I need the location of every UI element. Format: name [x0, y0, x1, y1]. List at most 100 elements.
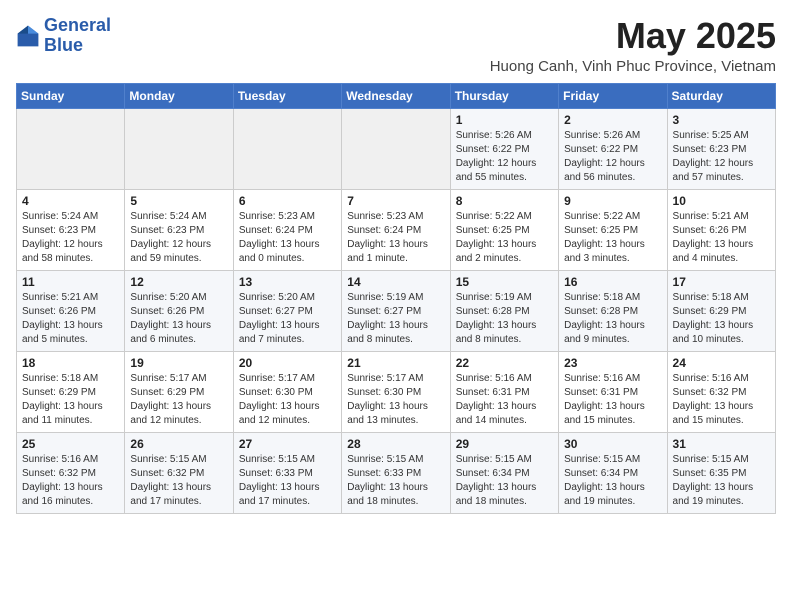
day-number: 20 — [239, 356, 336, 370]
calendar-cell: 8 Sunrise: 5:22 AM Sunset: 6:25 PM Daylig… — [450, 189, 558, 270]
day-info: Sunrise: 5:21 AM Sunset: 6:26 PM Dayligh… — [673, 210, 770, 266]
day-info: Sunrise: 5:24 AM Sunset: 6:23 PM Dayligh… — [130, 210, 227, 266]
day-number: 17 — [673, 275, 770, 289]
day-info: Sunrise: 5:26 AM Sunset: 6:22 PM Dayligh… — [456, 129, 553, 185]
day-info: Sunrise: 5:18 AM Sunset: 6:28 PM Dayligh… — [564, 291, 661, 347]
calendar-week-2: 4 Sunrise: 5:24 AM Sunset: 6:23 PM Daylig… — [17, 189, 776, 270]
calendar-cell — [17, 108, 125, 189]
calendar-cell: 1 Sunrise: 5:26 AM Sunset: 6:22 PM Daylig… — [450, 108, 558, 189]
logo-icon — [16, 24, 40, 48]
calendar-cell — [125, 108, 233, 189]
day-info: Sunrise: 5:17 AM Sunset: 6:29 PM Dayligh… — [130, 372, 227, 428]
day-info: Sunrise: 5:15 AM Sunset: 6:32 PM Dayligh… — [130, 453, 227, 509]
day-number: 1 — [456, 113, 553, 127]
day-header-sunday: Sunday — [17, 83, 125, 108]
calendar-cell — [342, 108, 450, 189]
day-number: 23 — [564, 356, 661, 370]
calendar-cell: 27Sunrise: 5:15 AM Sunset: 6:33 PM Dayli… — [233, 432, 341, 513]
day-number: 10 — [673, 194, 770, 208]
calendar-cell: 14 Sunrise: 5:19 AM Sunset: 6:27 PM Dayli… — [342, 270, 450, 351]
day-number: 4 — [22, 194, 119, 208]
calendar-cell: 10 Sunrise: 5:21 AM Sunset: 6:26 PM Dayli… — [667, 189, 775, 270]
calendar-cell: 3 Sunrise: 5:25 AM Sunset: 6:23 PM Daylig… — [667, 108, 775, 189]
day-number: 19 — [130, 356, 227, 370]
day-number: 7 — [347, 194, 444, 208]
day-info: Sunrise: 5:24 AM Sunset: 6:23 PM Dayligh… — [22, 210, 119, 266]
day-info: Sunrise: 5:21 AM Sunset: 6:26 PM Dayligh… — [22, 291, 119, 347]
calendar-cell: 2 Sunrise: 5:26 AM Sunset: 6:22 PM Daylig… — [559, 108, 667, 189]
day-info: Sunrise: 5:16 AM Sunset: 6:31 PM Dayligh… — [564, 372, 661, 428]
day-number: 14 — [347, 275, 444, 289]
day-number: 24 — [673, 356, 770, 370]
day-info: Sunrise: 5:23 AM Sunset: 6:24 PM Dayligh… — [347, 210, 444, 266]
day-number: 8 — [456, 194, 553, 208]
calendar-table: SundayMondayTuesdayWednesdayThursdayFrid… — [16, 83, 776, 514]
calendar-cell: 31 Sunrise: 5:15 AM Sunset: 6:35 PM Dayli… — [667, 432, 775, 513]
calendar-cell: 19 Sunrise: 5:17 AM Sunset: 6:29 PM Dayli… — [125, 351, 233, 432]
day-header-monday: Monday — [125, 83, 233, 108]
day-info: Sunrise: 5:16 AM Sunset: 6:32 PM Dayligh… — [22, 453, 119, 509]
day-header-thursday: Thursday — [450, 83, 558, 108]
calendar-cell: 21 Sunrise: 5:17 AM Sunset: 6:30 PM Dayli… — [342, 351, 450, 432]
day-info: Sunrise: 5:15 AM Sunset: 6:33 PM Dayligh… — [347, 453, 444, 509]
day-number: 13 — [239, 275, 336, 289]
day-number: 18 — [22, 356, 119, 370]
day-header-friday: Friday — [559, 83, 667, 108]
calendar-cell: 18 Sunrise: 5:18 AM Sunset: 6:29 PM Dayli… — [17, 351, 125, 432]
calendar-cell: 25Sunrise: 5:16 AM Sunset: 6:32 PM Dayli… — [17, 432, 125, 513]
calendar-cell: 23 Sunrise: 5:16 AM Sunset: 6:31 PM Dayli… — [559, 351, 667, 432]
day-info: Sunrise: 5:18 AM Sunset: 6:29 PM Dayligh… — [22, 372, 119, 428]
calendar-cell: 26Sunrise: 5:15 AM Sunset: 6:32 PM Dayli… — [125, 432, 233, 513]
day-header-tuesday: Tuesday — [233, 83, 341, 108]
day-number: 27 — [239, 437, 336, 451]
day-number: 5 — [130, 194, 227, 208]
calendar-cell: 17Sunrise: 5:18 AM Sunset: 6:29 PM Dayli… — [667, 270, 775, 351]
calendar-cell: 7 Sunrise: 5:23 AM Sunset: 6:24 PM Daylig… — [342, 189, 450, 270]
day-number: 21 — [347, 356, 444, 370]
day-info: Sunrise: 5:16 AM Sunset: 6:31 PM Dayligh… — [456, 372, 553, 428]
calendar-cell: 15Sunrise: 5:19 AM Sunset: 6:28 PM Dayli… — [450, 270, 558, 351]
day-number: 16 — [564, 275, 661, 289]
day-info: Sunrise: 5:25 AM Sunset: 6:23 PM Dayligh… — [673, 129, 770, 185]
day-number: 12 — [130, 275, 227, 289]
day-info: Sunrise: 5:20 AM Sunset: 6:26 PM Dayligh… — [130, 291, 227, 347]
day-number: 2 — [564, 113, 661, 127]
day-number: 3 — [673, 113, 770, 127]
calendar-cell: 9Sunrise: 5:22 AM Sunset: 6:25 PM Daylig… — [559, 189, 667, 270]
page-header: General Blue May 2025 Huong Canh, Vinh P… — [16, 16, 776, 75]
calendar-header-row: SundayMondayTuesdayWednesdayThursdayFrid… — [17, 83, 776, 108]
day-number: 22 — [456, 356, 553, 370]
calendar-cell: 28 Sunrise: 5:15 AM Sunset: 6:33 PM Dayli… — [342, 432, 450, 513]
day-info: Sunrise: 5:17 AM Sunset: 6:30 PM Dayligh… — [347, 372, 444, 428]
day-number: 28 — [347, 437, 444, 451]
day-info: Sunrise: 5:26 AM Sunset: 6:22 PM Dayligh… — [564, 129, 661, 185]
day-number: 11 — [22, 275, 119, 289]
day-number: 30 — [564, 437, 661, 451]
calendar-week-5: 25Sunrise: 5:16 AM Sunset: 6:32 PM Dayli… — [17, 432, 776, 513]
day-info: Sunrise: 5:15 AM Sunset: 6:34 PM Dayligh… — [456, 453, 553, 509]
day-header-wednesday: Wednesday — [342, 83, 450, 108]
calendar-cell: 11 Sunrise: 5:21 AM Sunset: 6:26 PM Dayli… — [17, 270, 125, 351]
calendar-week-4: 18 Sunrise: 5:18 AM Sunset: 6:29 PM Dayli… — [17, 351, 776, 432]
calendar-week-3: 11 Sunrise: 5:21 AM Sunset: 6:26 PM Dayli… — [17, 270, 776, 351]
day-header-saturday: Saturday — [667, 83, 775, 108]
calendar-body: 1 Sunrise: 5:26 AM Sunset: 6:22 PM Daylig… — [17, 108, 776, 513]
month-year: May 2025 — [490, 16, 776, 56]
day-info: Sunrise: 5:19 AM Sunset: 6:27 PM Dayligh… — [347, 291, 444, 347]
day-info: Sunrise: 5:17 AM Sunset: 6:30 PM Dayligh… — [239, 372, 336, 428]
day-info: Sunrise: 5:23 AM Sunset: 6:24 PM Dayligh… — [239, 210, 336, 266]
day-number: 6 — [239, 194, 336, 208]
calendar-cell: 30Sunrise: 5:15 AM Sunset: 6:34 PM Dayli… — [559, 432, 667, 513]
calendar-cell: 4 Sunrise: 5:24 AM Sunset: 6:23 PM Daylig… — [17, 189, 125, 270]
day-info: Sunrise: 5:15 AM Sunset: 6:35 PM Dayligh… — [673, 453, 770, 509]
day-info: Sunrise: 5:22 AM Sunset: 6:25 PM Dayligh… — [564, 210, 661, 266]
day-info: Sunrise: 5:19 AM Sunset: 6:28 PM Dayligh… — [456, 291, 553, 347]
location: Huong Canh, Vinh Phuc Province, Vietnam — [490, 58, 776, 75]
day-number: 29 — [456, 437, 553, 451]
day-number: 31 — [673, 437, 770, 451]
calendar-cell: 22 Sunrise: 5:16 AM Sunset: 6:31 PM Dayli… — [450, 351, 558, 432]
day-info: Sunrise: 5:22 AM Sunset: 6:25 PM Dayligh… — [456, 210, 553, 266]
calendar-cell: 6 Sunrise: 5:23 AM Sunset: 6:24 PM Daylig… — [233, 189, 341, 270]
calendar-week-1: 1 Sunrise: 5:26 AM Sunset: 6:22 PM Daylig… — [17, 108, 776, 189]
calendar-cell: 5 Sunrise: 5:24 AM Sunset: 6:23 PM Daylig… — [125, 189, 233, 270]
